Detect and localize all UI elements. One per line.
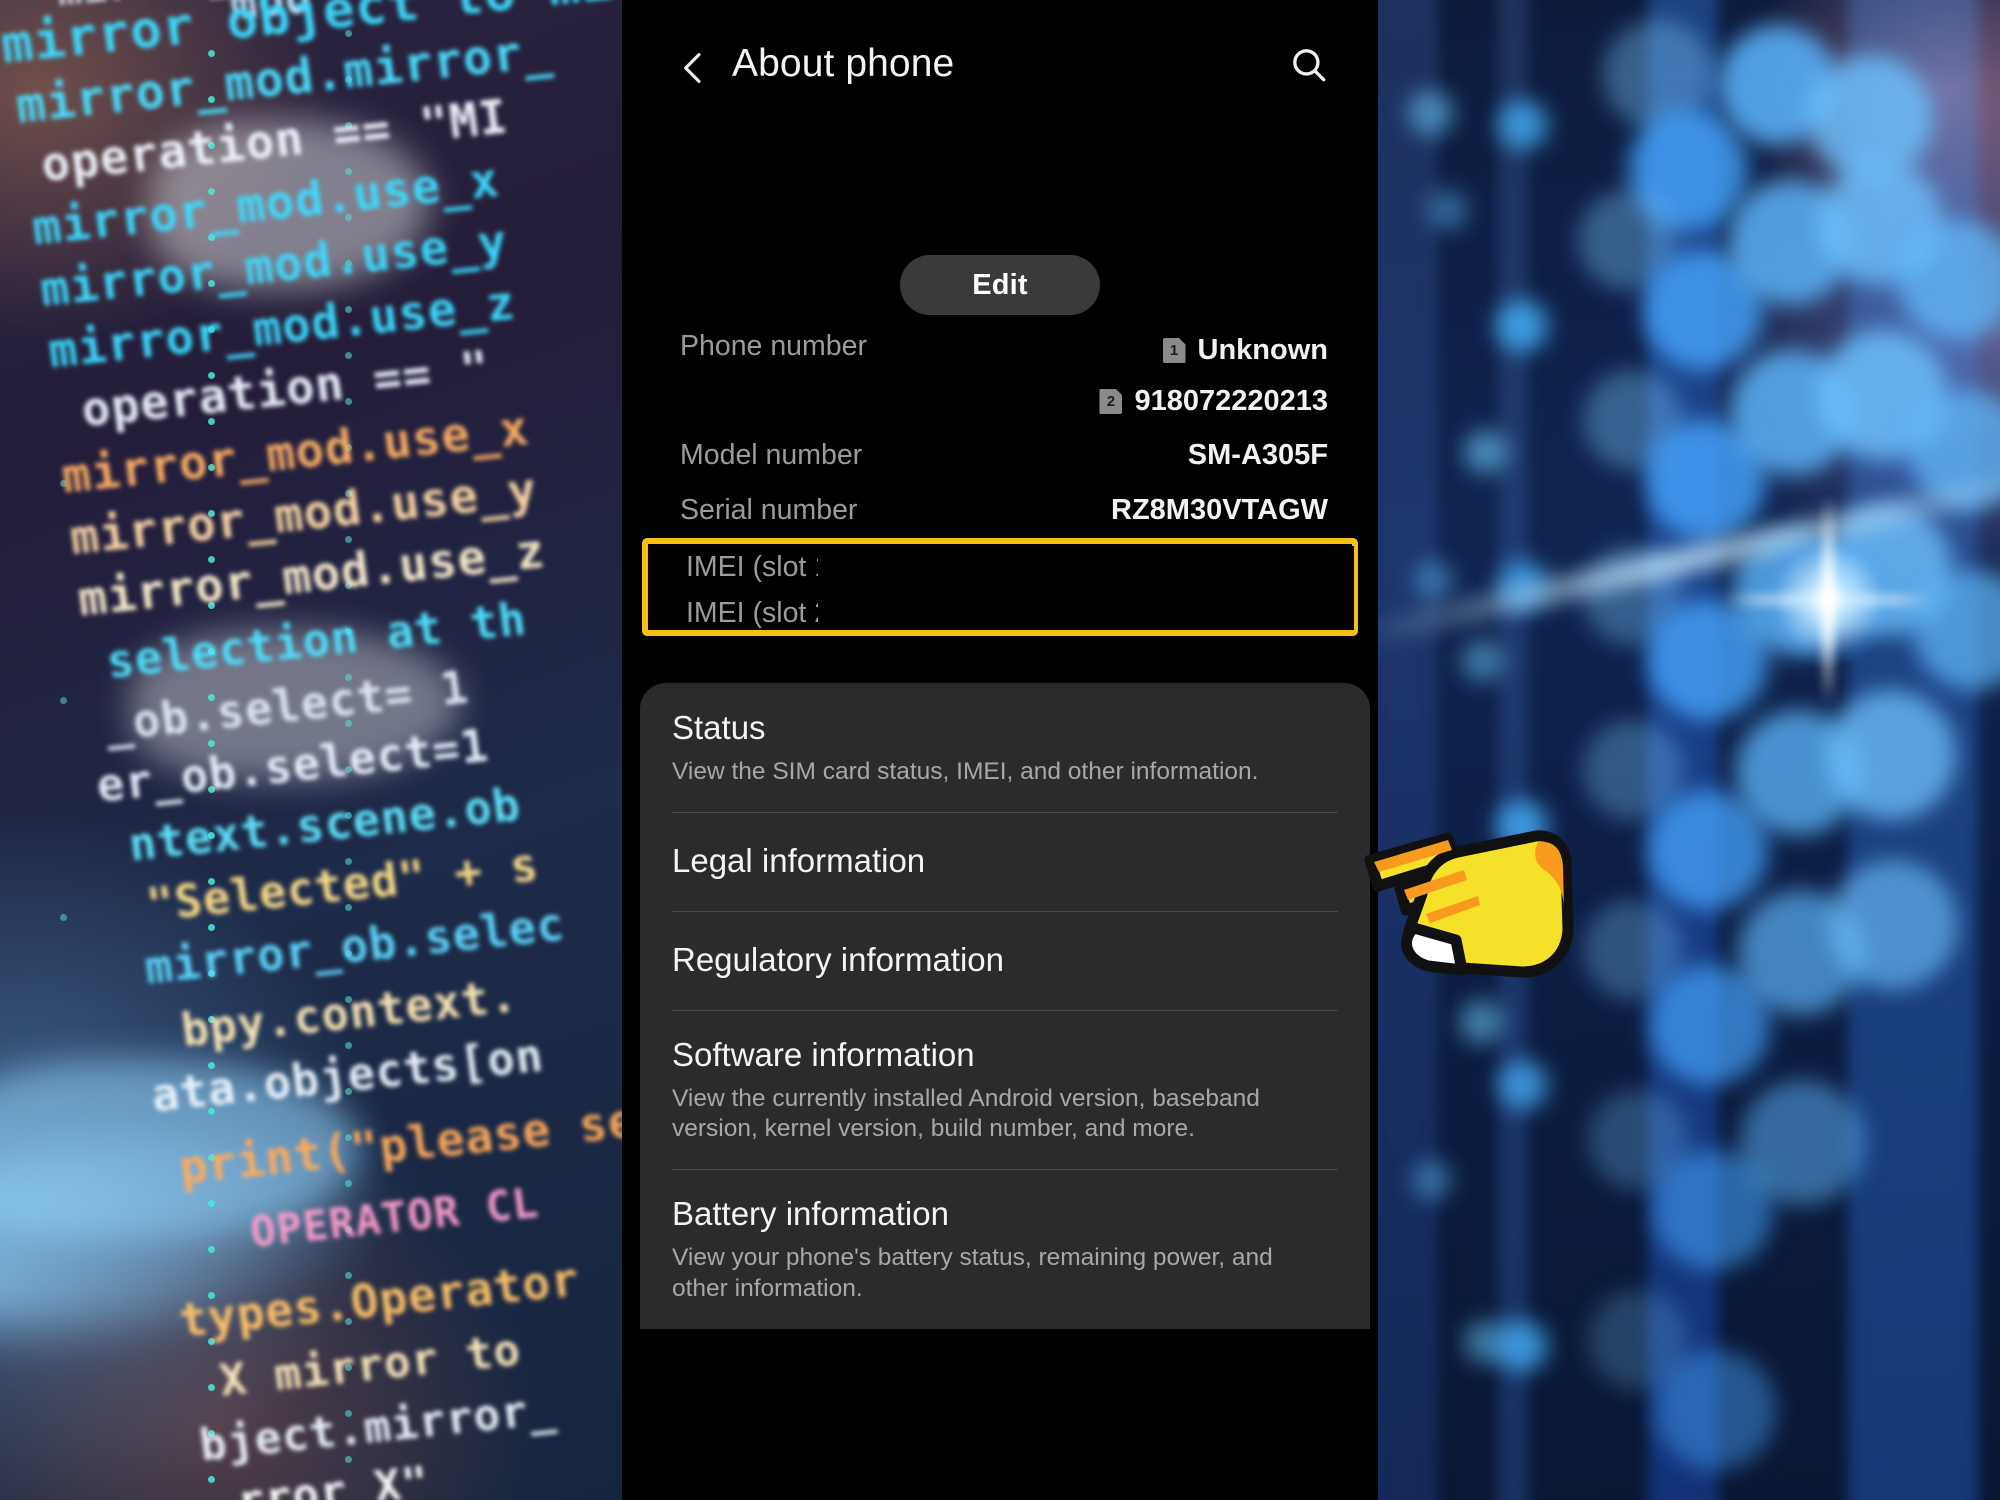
info-value: 1 Unknown: [1162, 334, 1329, 367]
imei-highlight-box: IMEI (slot 1) IMEI (slot 2): [642, 538, 1358, 636]
info-row-imei-slot2: IMEI (slot 2): [686, 592, 840, 635]
page-title: About phone: [732, 42, 955, 85]
info-label: IMEI (slot 2): [686, 597, 840, 629]
info-label: Serial number: [680, 494, 858, 526]
app-bar: About phone: [622, 0, 1378, 138]
imei-values-redacted: [818, 546, 1354, 630]
menu-item-title: Status: [672, 709, 766, 746]
info-label: Phone number: [680, 330, 867, 362]
settings-card: Status View the SIM card status, IMEI, a…: [640, 683, 1370, 1329]
menu-item-title: Battery information: [672, 1195, 949, 1233]
screenshot-stage: mirror_ . = mod mod mirror object to mir…: [0, 0, 2000, 1500]
info-label: Model number: [680, 439, 863, 471]
search-icon[interactable]: [1288, 44, 1330, 86]
info-value-text: 918072220213: [1134, 385, 1328, 417]
info-row-phone-number: Phone number 1 Unknown: [622, 330, 1378, 385]
device-info-list: Phone number 1 Unknown 2 918072220213 Mo…: [622, 330, 1378, 549]
info-value-text: Unknown: [1197, 334, 1329, 366]
info-value-text: SM-A305F: [1187, 439, 1328, 471]
menu-item-title: Software information: [672, 1035, 975, 1073]
phone-settings-panel: About phone Edit Phone number 1 Unknown: [622, 0, 1378, 1500]
sim-slot-badge: 2: [1099, 389, 1123, 414]
info-row-model-number: Model number SM-A305F: [622, 439, 1378, 494]
menu-item-legal-information[interactable]: Legal information: [640, 811, 1370, 911]
sim-slot-badge: 1: [1162, 338, 1186, 363]
edit-button[interactable]: Edit: [900, 255, 1100, 315]
menu-item-subtitle: View the currently installed Android ver…: [672, 1084, 1260, 1143]
menu-item-title: Regulatory information: [672, 940, 1004, 978]
info-value-text: RZ8M30VTAGW: [1111, 494, 1328, 526]
profile-name-redacted: [747, 123, 1297, 239]
menu-item-battery-information[interactable]: Battery information View your phone's ba…: [640, 1169, 1370, 1329]
menu-item-software-information[interactable]: Software information View the currently …: [640, 1009, 1370, 1170]
chevron-left-icon[interactable]: [674, 48, 714, 88]
info-row-phone-number-sim2: 2 918072220213: [622, 385, 1378, 439]
menu-item-regulatory-information[interactable]: Regulatory information: [640, 910, 1370, 1010]
info-label: IMEI (slot 1): [686, 551, 840, 583]
code-text-blur: mirror_ . = mod mod mirror object to mir…: [0, 0, 640, 1500]
background-right-datacenter: [1378, 0, 2000, 1500]
menu-item-title: Legal information: [672, 841, 926, 879]
menu-item-subtitle: View the SIM card status, IMEI, and othe…: [672, 757, 1259, 785]
menu-item-subtitle: View your phone's battery status, remain…: [672, 1244, 1273, 1303]
background-left-code: mirror_ . = mod mod mirror object to mir…: [0, 0, 640, 1500]
info-value: 2 918072220213: [1099, 385, 1328, 418]
info-row-imei-slot1: IMEI (slot 1): [686, 546, 840, 589]
menu-item-status[interactable]: Status View the SIM card status, IMEI, a…: [640, 683, 1370, 812]
